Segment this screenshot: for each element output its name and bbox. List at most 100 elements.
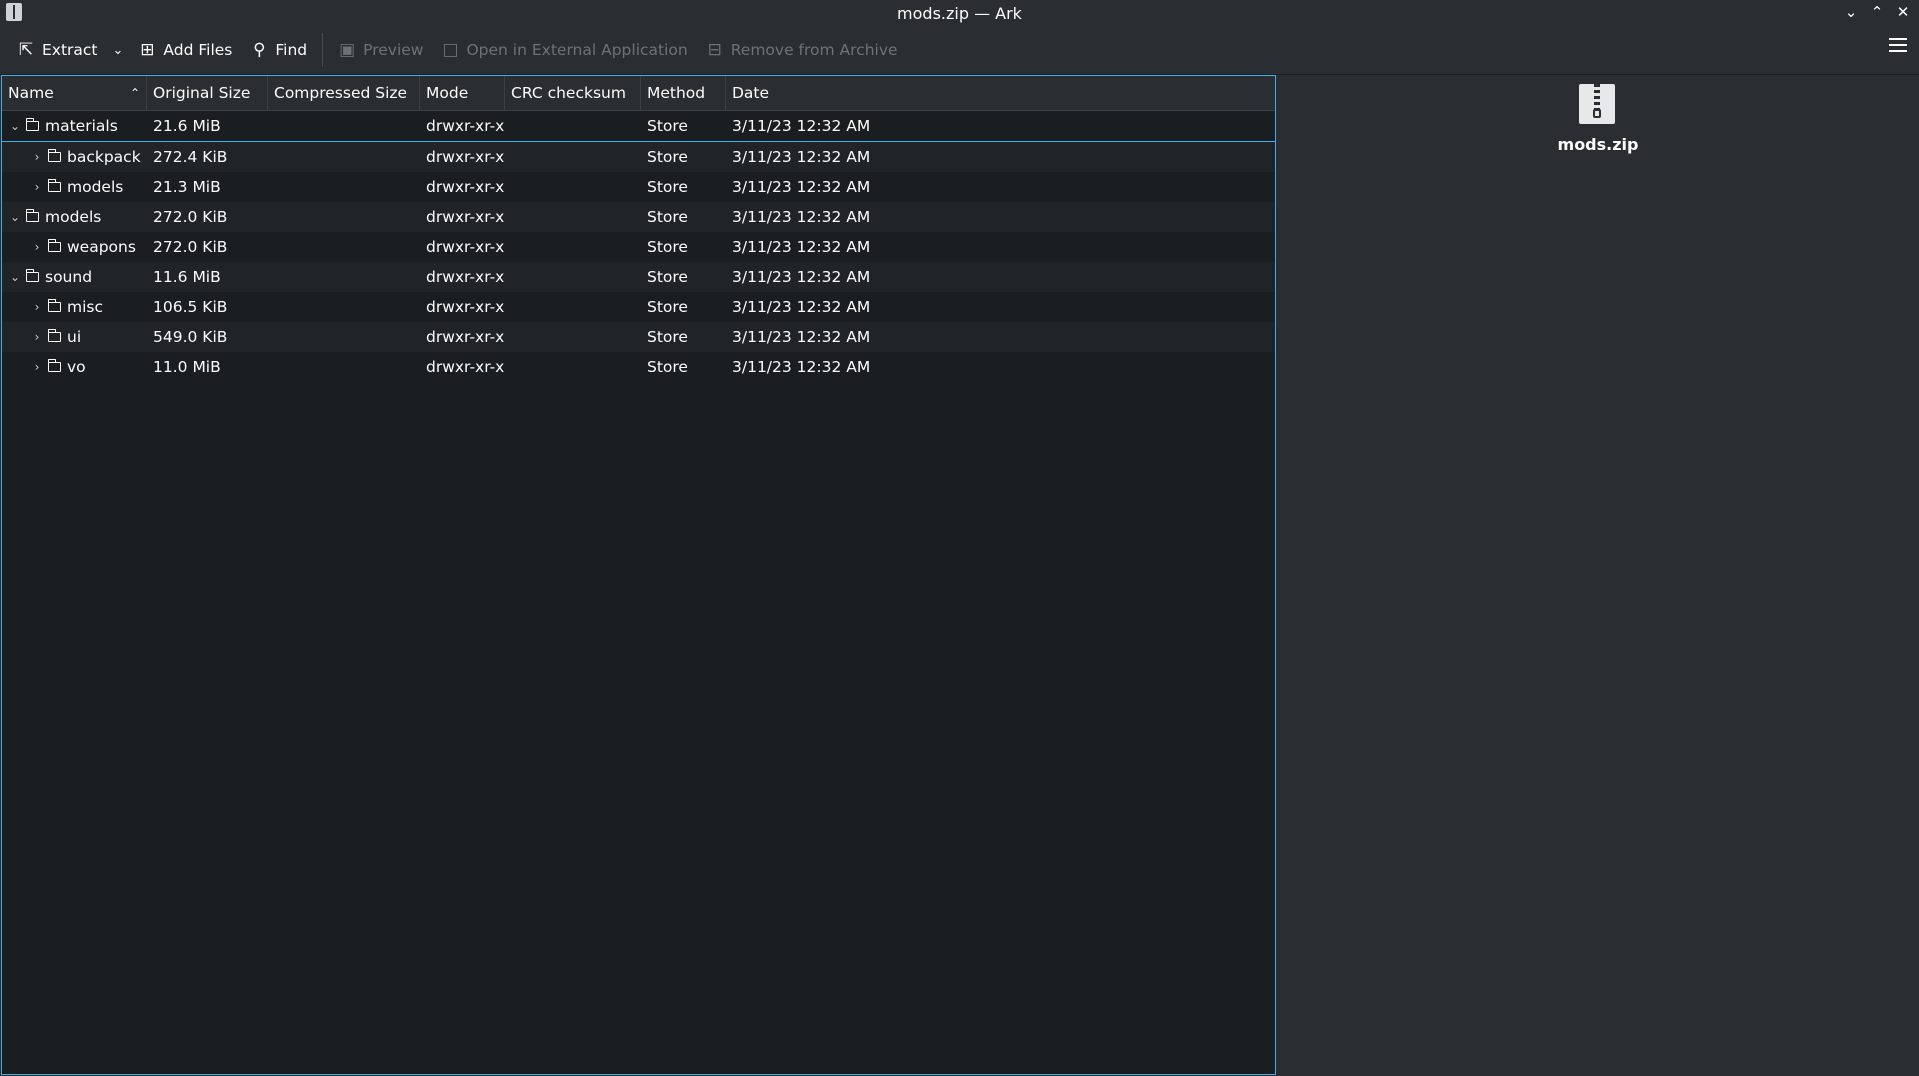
original-size-cell: 549.0 KiB	[153, 328, 228, 346]
column-header-name[interactable]: Name ⌃	[2, 76, 147, 110]
mode-cell: drwxr-xr-x	[426, 328, 505, 346]
open-external-button[interactable]: □ Open in External Application	[432, 33, 696, 67]
minimize-icon[interactable]: ⌄	[1841, 2, 1861, 22]
expand-chevron-icon[interactable]: ›	[30, 172, 44, 202]
find-label: Find	[275, 41, 308, 59]
compressed-size-cell	[268, 352, 420, 382]
mode-cell: drwxr-xr-x	[426, 117, 505, 135]
title-bar: mods.zip — Ark ⌄ ⌃ ✕	[0, 0, 1919, 26]
date-cell: 3/11/23 12:32 AM	[732, 178, 871, 196]
compressed-size-cell	[268, 322, 420, 352]
collapse-chevron-icon[interactable]: ⌄	[8, 262, 22, 292]
column-header-name-label: Name	[8, 84, 54, 102]
table-row[interactable]: ⌄ models 272.0 KiB drwxr-xr-x Store 3/11/23 1…	[2, 202, 1275, 232]
original-size-cell: 21.3 MiB	[153, 178, 221, 196]
table-row[interactable]: › misc 106.5 KiB drwxr-xr-x Store 3/11/23 12:…	[2, 292, 1275, 322]
file-name: ui	[67, 328, 82, 346]
folder-icon	[25, 209, 39, 222]
method-cell: Store	[647, 358, 688, 376]
method-cell: Store	[647, 268, 688, 286]
remove-from-archive-button[interactable]: ⊟ Remove from Archive	[697, 33, 907, 67]
table-row[interactable]: ⌄ materials 21.6 MiB drwxr-xr-x Store 3/11/23…	[2, 111, 1275, 142]
mode-cell: drwxr-xr-x	[426, 298, 505, 316]
archive-file-list[interactable]: Name ⌃ Original Size Compressed Size Mod…	[1, 75, 1276, 1075]
mode-cell: drwxr-xr-x	[426, 148, 505, 166]
original-size-cell: 11.6 MiB	[153, 268, 221, 286]
add-files-button[interactable]: ⊞ Add Files	[129, 33, 241, 67]
table-row[interactable]: › backpack 272.4 KiB drwxr-xr-x Store 3/11/23…	[2, 142, 1275, 172]
date-cell: 3/11/23 12:32 AM	[732, 298, 871, 316]
expand-chevron-icon[interactable]: ›	[30, 322, 44, 352]
crc-cell	[505, 262, 641, 292]
preview-button[interactable]: ▣ Preview	[329, 33, 432, 67]
table-row[interactable]: › models 21.3 MiB drwxr-xr-x Store 3/11/23 12…	[2, 172, 1275, 202]
document-open-icon: □	[442, 40, 459, 60]
info-panel: mods.zip	[1277, 75, 1919, 1076]
file-name: models	[45, 208, 102, 226]
crc-cell	[505, 202, 641, 232]
name-cell: › ui	[2, 322, 147, 352]
info-filename: mods.zip	[1557, 135, 1639, 154]
column-header-crc[interactable]: CRC checksum	[505, 76, 641, 110]
column-header-method[interactable]: Method	[641, 76, 726, 110]
remove-label: Remove from Archive	[730, 41, 898, 59]
method-cell: Store	[647, 238, 688, 256]
mode-cell: drwxr-xr-x	[426, 178, 505, 196]
collapse-chevron-icon[interactable]: ⌄	[8, 202, 22, 232]
column-header-mode-label: Mode	[426, 84, 469, 102]
method-cell: Store	[647, 117, 688, 135]
find-button[interactable]: ⚲ Find	[241, 33, 316, 67]
extract-dropdown-chevron-icon[interactable]: ⌄	[107, 43, 130, 58]
column-header-compressed-size-label: Compressed Size	[274, 84, 408, 102]
original-size-cell: 272.0 KiB	[153, 238, 228, 256]
mode-cell: drwxr-xr-x	[426, 358, 505, 376]
compressed-size-cell	[268, 292, 420, 322]
column-header-original-size[interactable]: Original Size	[147, 76, 268, 110]
maximize-icon[interactable]: ⌃	[1867, 2, 1887, 22]
date-cell: 3/11/23 12:32 AM	[732, 208, 871, 226]
folder-icon	[47, 329, 61, 342]
expand-chevron-icon[interactable]: ›	[30, 232, 44, 262]
mode-cell: drwxr-xr-x	[426, 238, 505, 256]
original-size-cell: 11.0 MiB	[153, 358, 221, 376]
original-size-cell: 272.0 KiB	[153, 208, 228, 226]
open-external-label: Open in External Application	[466, 41, 688, 59]
column-header-compressed-size[interactable]: Compressed Size	[268, 76, 420, 110]
column-header-mode[interactable]: Mode	[420, 76, 505, 110]
extract-icon: ⇱	[18, 40, 34, 60]
folder-icon	[47, 359, 61, 372]
folder-icon	[47, 239, 61, 252]
add-files-icon: ⊞	[140, 40, 155, 60]
original-size-cell: 21.6 MiB	[153, 117, 221, 135]
original-size-cell: 272.4 KiB	[153, 148, 228, 166]
date-cell: 3/11/23 12:32 AM	[732, 238, 871, 256]
file-name: models	[67, 178, 124, 196]
ark-app-icon[interactable]	[6, 3, 22, 21]
extract-label: Extract	[42, 41, 98, 59]
expand-chevron-icon[interactable]: ›	[30, 352, 44, 382]
crc-cell	[505, 172, 641, 202]
table-row[interactable]: › vo 11.0 MiB drwxr-xr-x Store 3/11/23 12:32 …	[2, 352, 1275, 382]
collapse-chevron-icon[interactable]: ⌄	[8, 111, 22, 141]
column-header-date[interactable]: Date	[726, 76, 1275, 110]
compressed-size-cell	[268, 202, 420, 232]
crc-cell	[505, 352, 641, 382]
expand-chevron-icon[interactable]: ›	[30, 142, 44, 172]
table-row[interactable]: ⌄ sound 11.6 MiB drwxr-xr-x Store 3/11/23 12:…	[2, 262, 1275, 292]
hamburger-menu-icon[interactable]	[1889, 38, 1907, 52]
method-cell: Store	[647, 208, 688, 226]
folder-icon	[47, 149, 61, 162]
table-row[interactable]: › weapons 272.0 KiB drwxr-xr-x Store 3/11/23 …	[2, 232, 1275, 262]
folder-icon	[47, 299, 61, 312]
file-name: backpack	[67, 148, 141, 166]
expand-chevron-icon[interactable]: ›	[30, 292, 44, 322]
compressed-size-cell	[268, 262, 420, 292]
close-icon[interactable]: ✕	[1893, 2, 1913, 22]
name-cell: ⌄ materials	[2, 111, 147, 141]
table-row[interactable]: › ui 549.0 KiB drwxr-xr-x Store 3/11/23 12:32…	[2, 322, 1275, 352]
extract-button[interactable]: ⇱ Extract	[8, 33, 107, 67]
method-cell: Store	[647, 328, 688, 346]
sort-ascending-icon: ⌃	[129, 86, 140, 100]
search-icon: ⚲	[253, 40, 266, 60]
file-name: vo	[67, 358, 86, 376]
